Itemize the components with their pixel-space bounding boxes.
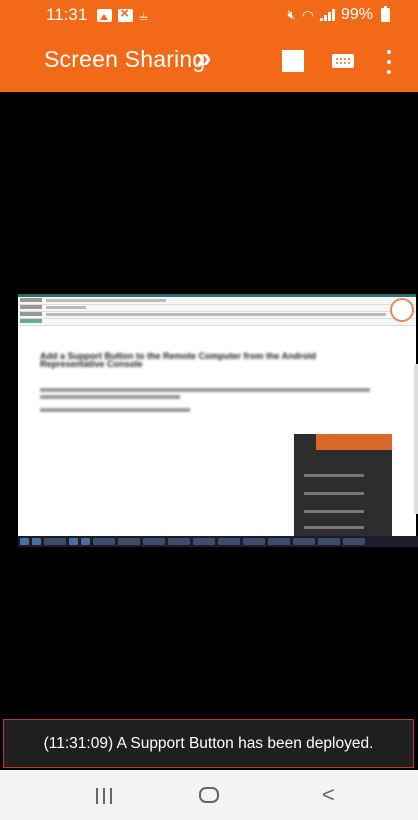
system-nav-bar: <: [0, 770, 418, 820]
mute-icon: 🔇︎: [287, 7, 296, 22]
title-chevron-icon[interactable]: »: [196, 42, 211, 74]
keyboard-icon: [335, 57, 351, 65]
close-box-icon: [118, 5, 134, 22]
keyboard-button[interactable]: [332, 54, 354, 68]
app-bar: Screen Sharing »: [0, 30, 418, 92]
edge-panel-handle[interactable]: [414, 364, 418, 514]
image-icon: [97, 8, 113, 22]
toast-message: (11:31:09) A Support Button has been dep…: [3, 719, 414, 768]
wifi-icon: ◠: [301, 6, 314, 23]
status-left-icons: ⫨: [97, 5, 154, 24]
remote-support-button-icon: [390, 298, 414, 322]
signal-icon: [319, 9, 335, 21]
remote-screen-viewport[interactable]: Add a Support Button to the Remote Compu…: [0, 92, 418, 718]
stop-sharing-button[interactable]: [282, 50, 304, 72]
recents-button[interactable]: [96, 788, 112, 804]
remote-paragraph: [40, 408, 190, 412]
back-button[interactable]: <: [322, 784, 335, 806]
remote-desktop-image[interactable]: Add a Support Button to the Remote Compu…: [18, 294, 416, 547]
status-bar: 11:31 ⫨ 🔇︎ ◠ 99%: [0, 0, 418, 30]
status-time: 11:31: [46, 5, 88, 24]
more-options-button[interactable]: [384, 50, 394, 74]
remote-page-heading: Add a Support Button to the Remote Compu…: [40, 351, 317, 369]
remote-toolbar-row: [18, 305, 416, 312]
remote-dark-panel: [294, 434, 392, 538]
status-right-icons: 🔇︎ ◠ 99%: [288, 0, 390, 30]
battery-percent: 99%: [340, 6, 373, 23]
page-title: Screen Sharing: [44, 46, 206, 72]
remote-titlebar: [18, 294, 416, 297]
home-button[interactable]: [199, 787, 219, 803]
remote-paragraph: [40, 388, 370, 392]
remote-toolbar-row: [18, 319, 416, 326]
remote-toolbar-row: [18, 312, 416, 319]
battery-icon: [381, 6, 390, 22]
remote-paragraph: [40, 395, 180, 399]
remote-toolbar-row: [18, 298, 416, 305]
remote-taskbar: [18, 536, 418, 547]
cast-icon: ⫨: [139, 6, 148, 24]
